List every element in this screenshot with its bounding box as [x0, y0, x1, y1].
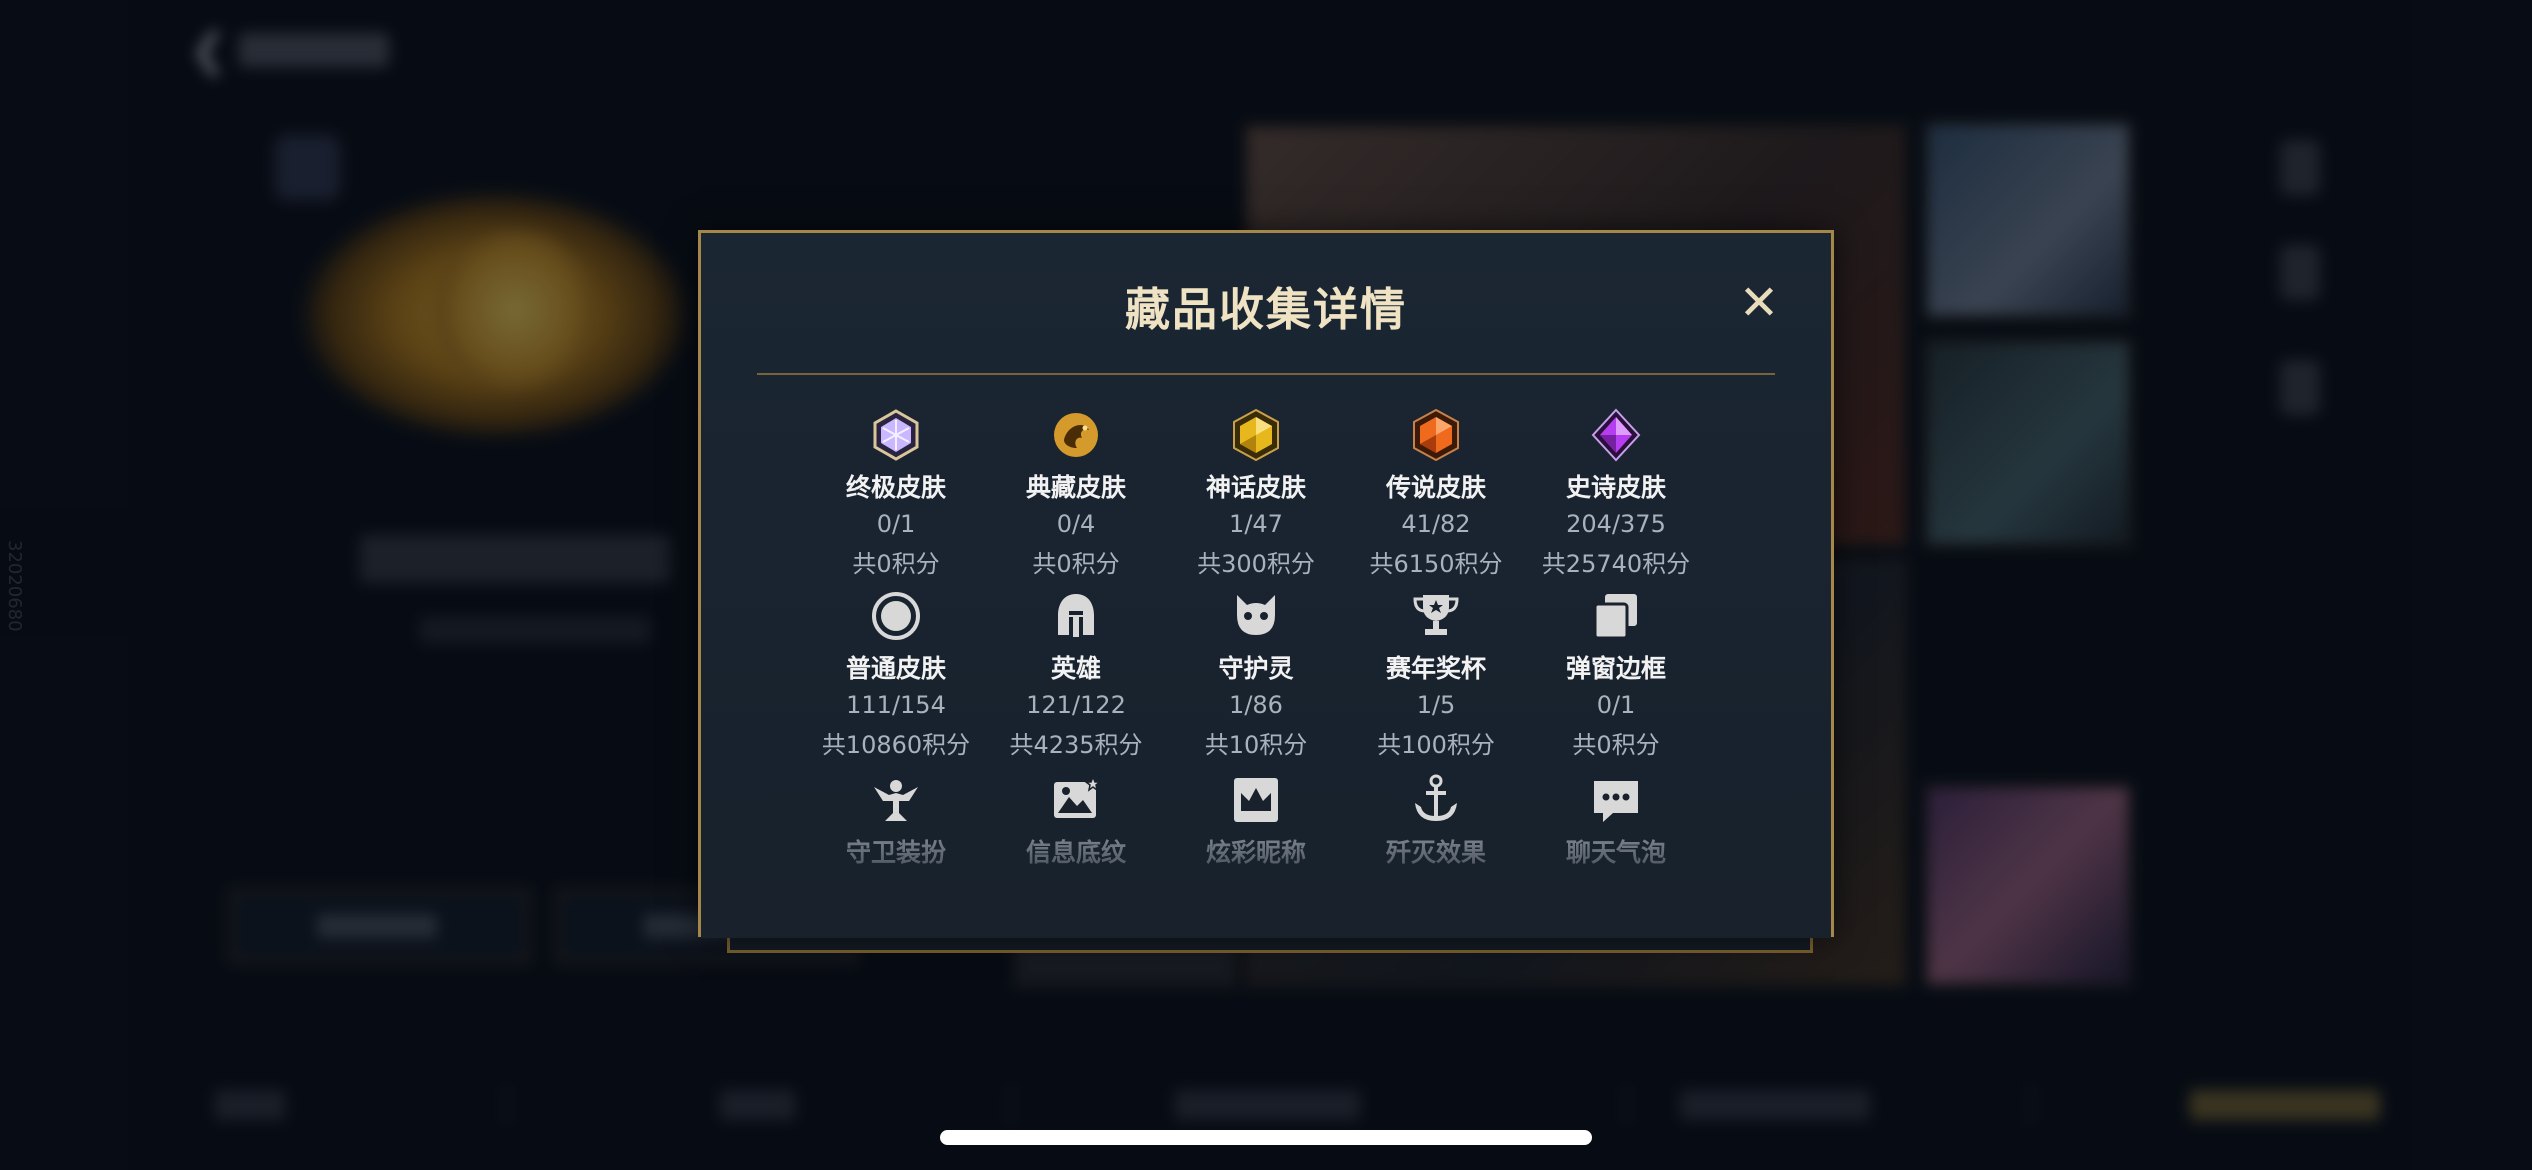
collection-item-count: 0/1	[876, 510, 916, 538]
collection-item-count: 1/86	[1229, 691, 1283, 719]
collection-item-name: 传说皮肤	[1385, 473, 1486, 502]
prestige-dragon-icon	[1049, 408, 1103, 462]
collection-item[interactable]: 弹窗边框 0/1 共0积分	[1526, 589, 1706, 760]
collection-item[interactable]: 传说皮肤 41/82 共6150积分	[1346, 408, 1526, 579]
trophy-icon	[1409, 589, 1463, 643]
ultimate-gem-icon	[869, 408, 923, 462]
collection-item-name: 终极皮肤	[845, 473, 946, 502]
collection-item-name: 赛年奖杯	[1385, 654, 1486, 683]
collection-item[interactable]: 守护灵 1/86 共10积分	[1166, 589, 1346, 760]
collection-item-name: 英雄	[1050, 654, 1101, 683]
collection-item-name: 史诗皮肤	[1565, 473, 1666, 502]
collection-item-points: 共6150积分	[1369, 550, 1503, 578]
collection-item-name: 神话皮肤	[1205, 473, 1306, 502]
collection-item-points: 共10积分	[1204, 731, 1308, 759]
legendary-gem-icon	[1409, 408, 1463, 462]
collection-item-points: 共0积分	[852, 550, 940, 578]
collection-item[interactable]: 普通皮肤 111/154 共10860积分	[806, 589, 986, 760]
collection-item-count: 1/5	[1416, 691, 1456, 719]
anchor-icon	[1409, 773, 1463, 827]
chat-bubble-icon	[1589, 773, 1643, 827]
collection-item[interactable]: 史诗皮肤 204/375 共25740积分	[1526, 408, 1706, 579]
collection-item-points: 共100积分	[1377, 731, 1495, 759]
collection-item-points: 共300积分	[1197, 550, 1315, 578]
home-indicator[interactable]	[940, 1130, 1592, 1145]
collection-item[interactable]: 典藏皮肤 0/4 共0积分	[986, 408, 1166, 579]
collection-item[interactable]: 英雄 121/122 共4235积分	[986, 589, 1166, 760]
ring-icon	[869, 589, 923, 643]
collection-item[interactable]: 神话皮肤 1/47 共300积分	[1166, 408, 1346, 579]
collection-item-points: 共4235积分	[1009, 731, 1143, 759]
scroll-fade	[701, 838, 1831, 938]
crown-icon	[1229, 773, 1283, 827]
collection-item-count: 0/4	[1056, 510, 1096, 538]
collection-item-points: 共0积分	[1032, 550, 1120, 578]
collection-item-count: 121/122	[1026, 691, 1126, 719]
epic-gem-icon	[1589, 408, 1643, 462]
mythic-gem-icon	[1229, 408, 1283, 462]
collection-item-points: 共25740积分	[1541, 550, 1691, 578]
collection-item-name: 普通皮肤	[845, 654, 946, 683]
collection-details-modal: 藏品收集详情 ✕ 终极皮肤 0/1 共0积分 典藏皮肤 0/4 共0积分 神话皮肤 1/47 共…	[698, 230, 1834, 938]
little-legend-icon	[1229, 589, 1283, 643]
banner-icon	[1049, 773, 1103, 827]
collection-item-name: 守护灵	[1218, 654, 1294, 683]
ward-icon	[869, 773, 923, 827]
collection-item-count: 204/375	[1566, 510, 1666, 538]
collection-item-count: 1/47	[1229, 510, 1283, 538]
collection-item-points: 共10860积分	[821, 731, 971, 759]
collection-item[interactable]: 终极皮肤 0/1 共0积分	[806, 408, 986, 579]
frames-icon	[1589, 589, 1643, 643]
collection-item-count: 0/1	[1596, 691, 1636, 719]
collection-item-name: 典藏皮肤	[1025, 473, 1126, 502]
collection-grid: 终极皮肤 0/1 共0积分 典藏皮肤 0/4 共0积分 神话皮肤 1/47 共300积分 传说皮肤…	[701, 233, 1831, 934]
collection-item-count: 111/154	[846, 691, 946, 719]
collection-item[interactable]: 赛年奖杯 1/5 共100积分	[1346, 589, 1526, 760]
collection-item-points: 共0积分	[1572, 731, 1660, 759]
helmet-icon	[1049, 589, 1103, 643]
collection-item-name: 弹窗边框	[1565, 654, 1666, 683]
collection-item-count: 41/82	[1401, 510, 1471, 538]
